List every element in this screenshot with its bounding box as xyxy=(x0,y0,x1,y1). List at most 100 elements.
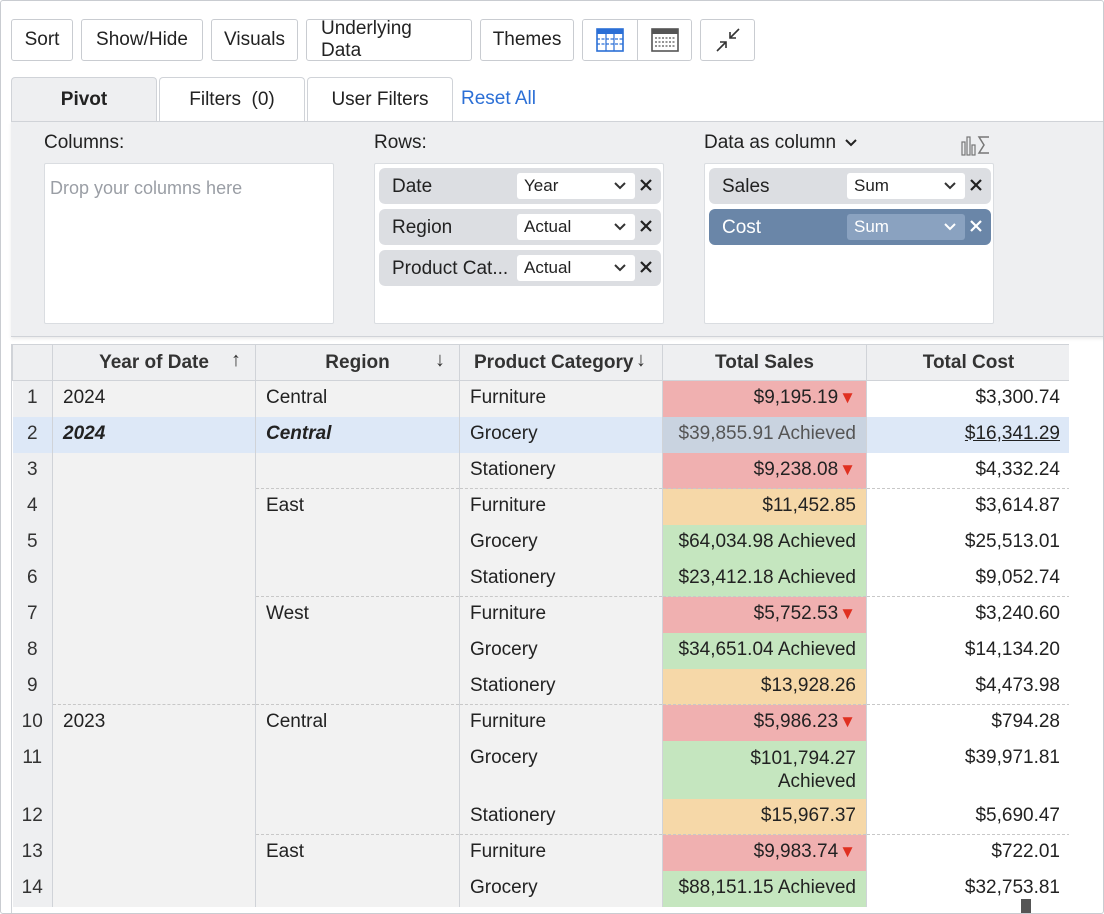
data-as-column-dropdown[interactable]: Data as column xyxy=(704,132,858,154)
cost-cell[interactable]: $32,753.81 xyxy=(866,870,1069,907)
table-row[interactable]: 12 Stationery $15,967.37 $5,690.47 xyxy=(12,798,1069,835)
category-cell[interactable]: Grocery xyxy=(459,870,663,907)
header-region[interactable]: Region ↓ xyxy=(255,344,460,381)
columns-drop-zone[interactable]: Drop your columns here xyxy=(44,163,334,324)
year-cell[interactable]: 2024 xyxy=(52,416,256,453)
cost-cell[interactable]: $722.01 xyxy=(866,834,1069,871)
resize-handle[interactable] xyxy=(1021,899,1031,913)
category-cell[interactable]: Grocery xyxy=(459,740,663,799)
cost-cell[interactable]: $25,513.01 xyxy=(866,524,1069,561)
region-cell[interactable]: Central xyxy=(255,380,460,417)
cost-cell[interactable]: $4,473.98 xyxy=(866,668,1069,705)
show-hide-button[interactable]: Show/Hide xyxy=(81,19,203,61)
table-row[interactable]: 9 Stationery $13,928.26 $4,473.98 xyxy=(12,668,1069,705)
region-cell[interactable]: East xyxy=(255,488,460,525)
table-row[interactable]: 3 Stationery $9,238.08▼ $4,332.24 xyxy=(12,452,1069,489)
region-cell[interactable] xyxy=(255,798,460,835)
category-cell[interactable]: Stationery xyxy=(459,798,663,835)
region-cell[interactable] xyxy=(255,524,460,561)
sales-cell[interactable]: $88,151.15 Achieved xyxy=(662,870,867,907)
summary-settings-icon[interactable] xyxy=(961,134,991,161)
cost-cell[interactable]: $16,341.29 xyxy=(866,416,1069,453)
year-cell[interactable] xyxy=(52,488,256,525)
year-cell[interactable]: 2024 xyxy=(52,380,256,417)
category-cell[interactable]: Furniture xyxy=(459,834,663,871)
year-cell[interactable]: 2023 xyxy=(52,704,256,741)
year-cell[interactable] xyxy=(52,524,256,561)
aggregation-select[interactable]: Year xyxy=(517,173,635,199)
region-cell[interactable] xyxy=(255,740,460,799)
table-row[interactable]: 5 Grocery $64,034.98 Achieved $25,513.01 xyxy=(12,524,1069,561)
data-chip-cost[interactable]: Cost Sum xyxy=(709,209,991,245)
region-cell[interactable]: Central xyxy=(255,416,460,453)
close-icon[interactable] xyxy=(637,176,655,194)
category-cell[interactable]: Stationery xyxy=(459,452,663,489)
tab-filters[interactable]: Filters (0) xyxy=(159,77,305,121)
sales-cell[interactable]: $23,412.18 Achieved xyxy=(662,560,867,597)
year-cell[interactable] xyxy=(52,798,256,835)
cost-cell[interactable]: $3,240.60 xyxy=(866,596,1069,633)
cost-cell[interactable]: $4,332.24 xyxy=(866,452,1069,489)
sort-asc-icon[interactable]: ↑ xyxy=(231,349,241,372)
region-cell[interactable] xyxy=(255,870,460,907)
sort-desc-icon[interactable]: ↓ xyxy=(636,349,646,372)
header-total-sales[interactable]: Total Sales xyxy=(662,344,867,381)
close-icon[interactable] xyxy=(637,217,655,235)
tab-user-filters[interactable]: User Filters xyxy=(307,77,453,121)
category-cell[interactable]: Grocery xyxy=(459,416,663,453)
region-cell[interactable]: West xyxy=(255,596,460,633)
aggregation-select[interactable]: Sum xyxy=(847,214,965,240)
data-chip-sales[interactable]: Sales Sum xyxy=(709,168,991,204)
category-cell[interactable]: Grocery xyxy=(459,632,663,669)
close-icon[interactable] xyxy=(967,176,985,194)
compact-table-icon[interactable] xyxy=(637,20,691,60)
underlying-data-button[interactable]: Underlying Data xyxy=(306,18,472,61)
visuals-button[interactable]: Visuals xyxy=(211,19,298,61)
region-cell[interactable] xyxy=(255,560,460,597)
table-row[interactable]: 13 East Furniture $9,983.74▼ $722.01 xyxy=(12,834,1069,871)
sales-cell[interactable]: $9,195.19▼ xyxy=(662,380,867,417)
table-row[interactable]: 8 Grocery $34,651.04 Achieved $14,134.20 xyxy=(12,632,1069,669)
close-icon[interactable] xyxy=(967,217,985,235)
year-cell[interactable] xyxy=(52,740,256,799)
sales-cell[interactable]: $34,651.04 Achieved xyxy=(662,632,867,669)
rows-drop-zone[interactable]: Date Year Region Actual Product Cat... A… xyxy=(374,163,664,324)
region-cell[interactable]: Central xyxy=(255,704,460,741)
row-chip-region[interactable]: Region Actual xyxy=(379,209,661,245)
category-cell[interactable]: Furniture xyxy=(459,488,663,525)
category-cell[interactable]: Furniture xyxy=(459,704,663,741)
cost-cell[interactable]: $14,134.20 xyxy=(866,632,1069,669)
sales-cell[interactable]: $64,034.98 Achieved xyxy=(662,524,867,561)
aggregation-select[interactable]: Actual xyxy=(517,214,635,240)
reset-all-link[interactable]: Reset All xyxy=(461,77,536,121)
header-year-of-date[interactable]: Year of Date ↑ xyxy=(52,344,256,381)
sort-desc-icon[interactable]: ↓ xyxy=(435,349,445,372)
table-row[interactable]: 1 2024 Central Furniture $9,195.19▼ $3,3… xyxy=(12,380,1069,417)
region-cell[interactable] xyxy=(255,632,460,669)
table-view-icon[interactable] xyxy=(583,20,637,60)
table-row[interactable]: 4 East Furniture $11,452.85 $3,614.87 xyxy=(12,488,1069,525)
table-row[interactable]: 6 Stationery $23,412.18 Achieved $9,052.… xyxy=(12,560,1069,597)
region-cell[interactable]: East xyxy=(255,834,460,871)
tab-pivot[interactable]: Pivot xyxy=(11,77,157,121)
cost-cell[interactable]: $9,052.74 xyxy=(866,560,1069,597)
table-row-selected[interactable]: 2 2024 Central Grocery $39,855.91 Achiev… xyxy=(12,416,1069,453)
year-cell[interactable] xyxy=(52,870,256,907)
sales-cell[interactable]: $13,928.26 xyxy=(662,668,867,705)
sales-cell[interactable]: $39,855.91 Achieved xyxy=(662,416,867,453)
sales-cell[interactable]: $101,794.27 Achieved xyxy=(662,740,867,799)
table-row[interactable]: 10 2023 Central Furniture $5,986.23▼ $79… xyxy=(12,704,1069,741)
cost-cell[interactable]: $3,614.87 xyxy=(866,488,1069,525)
table-row[interactable]: 7 West Furniture $5,752.53▼ $3,240.60 xyxy=(12,596,1069,633)
collapse-icon[interactable] xyxy=(700,19,755,61)
sales-cell[interactable]: $5,752.53▼ xyxy=(662,596,867,633)
category-cell[interactable]: Furniture xyxy=(459,380,663,417)
year-cell[interactable] xyxy=(52,452,256,489)
aggregation-select[interactable]: Actual xyxy=(517,255,635,281)
category-cell[interactable]: Stationery xyxy=(459,560,663,597)
sales-cell[interactable]: $15,967.37 xyxy=(662,798,867,835)
sort-button[interactable]: Sort xyxy=(11,19,73,61)
cost-cell[interactable]: $794.28 xyxy=(866,704,1069,741)
cost-cell[interactable]: $3,300.74 xyxy=(866,380,1069,417)
year-cell[interactable] xyxy=(52,596,256,633)
